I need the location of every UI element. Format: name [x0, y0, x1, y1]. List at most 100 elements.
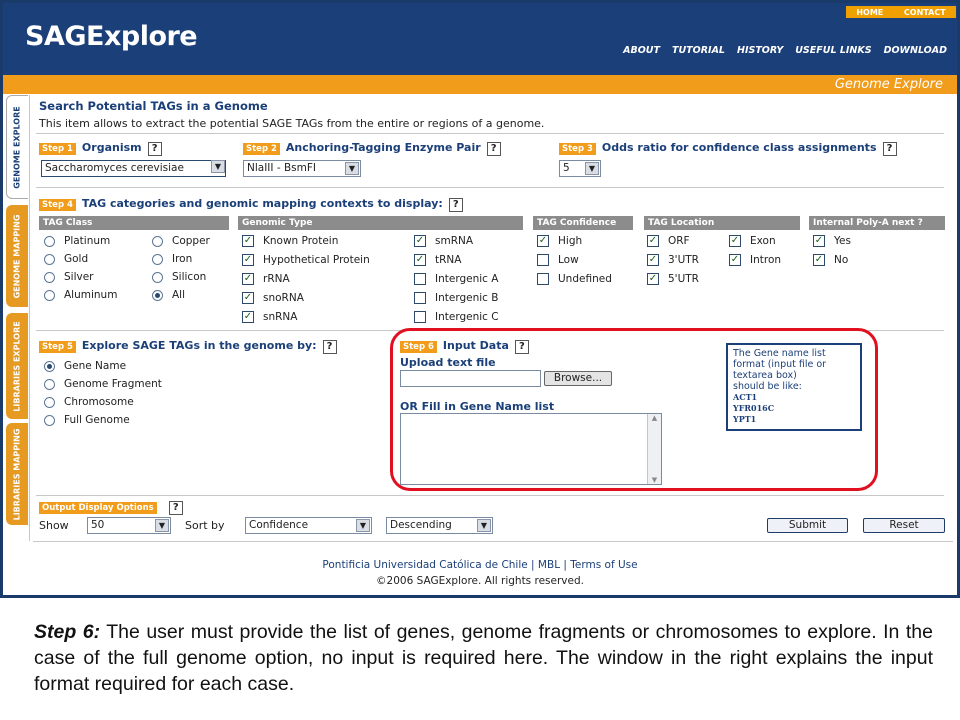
caption-text: The user must provide the list of genes,…	[34, 621, 933, 695]
check-rrna[interactable]: ✓ rRNA	[242, 273, 290, 285]
check-3utr[interactable]: ✓ 3'UTR	[647, 254, 699, 266]
section-bar: Genome Explore	[3, 75, 957, 94]
check-yes[interactable]: ✓ Yes	[813, 235, 851, 247]
check-trna[interactable]: ✓ tRNA	[414, 254, 461, 266]
home-link[interactable]: HOME	[856, 8, 883, 17]
step3-heading: Step 3 Odds ratio for confidence class as…	[559, 141, 897, 156]
page-intro: This item allows to extract the potentia…	[39, 117, 545, 130]
top-links: HOME CONTACT	[846, 6, 956, 18]
radio-genome-fragment[interactable]: Genome Fragment	[44, 378, 162, 390]
nav-about[interactable]: ABOUT	[623, 45, 660, 56]
odds-select[interactable]: 5 ▼	[559, 160, 601, 177]
check-known-protein[interactable]: ✓ Known Protein	[242, 235, 338, 247]
check-exon[interactable]: ✓ Exon	[729, 235, 776, 247]
help-icon[interactable]: ?	[147, 142, 162, 156]
help-icon[interactable]: ?	[322, 340, 337, 354]
check-snorna[interactable]: ✓ snoRNA	[242, 292, 304, 304]
main-nav: ABOUT TUTORIAL HISTORY USEFUL LINKS DOWN…	[623, 45, 947, 56]
polya-header: Internal Poly-A next ?	[809, 216, 945, 230]
organism-select[interactable]: Saccharomyces cerevisiae	[41, 160, 226, 177]
help-icon[interactable]: ?	[448, 198, 463, 212]
section-title: Genome Explore	[834, 77, 943, 92]
main-content: Search Potential TAGs in a Genome This i…	[29, 95, 955, 541]
browse-button[interactable]: Browse...	[544, 371, 612, 386]
page-title: Search Potential TAGs in a Genome	[39, 99, 268, 113]
slide-caption: Step 6: The user must provide the list o…	[34, 619, 933, 697]
genomic-type-header: Genomic Type	[238, 216, 523, 230]
step5-heading: Step 5 Explore SAGE TAGs in the genome by…	[39, 339, 337, 354]
check-no[interactable]: ✓ No	[813, 254, 848, 266]
textarea-scrollbar[interactable]: ▲ ▼	[647, 414, 661, 484]
footer-links[interactable]: Pontificia Universidad Católica de Chile…	[3, 559, 957, 571]
chevron-down-icon: ▼	[345, 162, 359, 175]
chevron-down-icon: ▼	[477, 519, 491, 532]
radio-copper[interactable]: Copper	[152, 235, 210, 247]
gene-list-textarea[interactable]: ▲ ▼	[400, 413, 662, 485]
browser-page: SAGExplore HOME CONTACT ABOUT TUTORIAL H…	[0, 0, 960, 598]
chevron-down-icon: ▼	[585, 162, 599, 175]
upload-label: Upload text file	[400, 356, 496, 369]
radio-gene-name[interactable]: Gene Name	[44, 360, 126, 372]
step2-heading: Step 2 Anchoring-Tagging Enzyme Pair?	[243, 141, 501, 156]
radio-aluminum[interactable]: Aluminum	[44, 289, 117, 301]
side-tabs: GENOME EXPLORE GENOME MAPPING LIBRARIES …	[6, 95, 29, 535]
show-label: Show	[39, 519, 69, 532]
scroll-down-icon[interactable]: ▼	[648, 476, 661, 484]
step1-heading: Step 1 Organism?	[39, 141, 162, 156]
radio-chromosome[interactable]: Chromosome	[44, 396, 134, 408]
tab-genome-explore[interactable]: GENOME EXPLORE	[6, 95, 28, 199]
help-icon[interactable]: ?	[486, 142, 501, 156]
help-icon[interactable]: ?	[514, 340, 529, 354]
check-intergenic-a[interactable]: Intergenic A	[414, 273, 498, 285]
radio-all[interactable]: All	[152, 289, 185, 301]
radio-iron[interactable]: Iron	[152, 253, 192, 265]
radio-full-genome[interactable]: Full Genome	[44, 414, 130, 426]
step4-heading: Step 4 TAG categories and genomic mapping…	[39, 197, 463, 212]
help-icon[interactable]: ?	[882, 142, 897, 156]
check-smrna[interactable]: ✓ smRNA	[414, 235, 473, 247]
check-low[interactable]: Low	[537, 254, 579, 266]
check-intergenic-c[interactable]: Intergenic C	[414, 311, 499, 323]
check-hypothetical-protein[interactable]: ✓ Hypothetical Protein	[242, 254, 370, 266]
radio-silicon[interactable]: Silicon	[152, 271, 206, 283]
tab-libraries-mapping[interactable]: LIBRARIES MAPPING	[6, 423, 28, 525]
tag-location-header: TAG Location	[644, 216, 800, 230]
check-intron[interactable]: ✓ Intron	[729, 254, 781, 266]
sort-label: Sort by	[185, 519, 225, 532]
chevron-down-icon: ▼	[155, 519, 169, 532]
check-high[interactable]: ✓ High	[537, 235, 582, 247]
output-heading: Output Display Options?	[39, 500, 183, 515]
format-note: The Gene name list format (input file or…	[726, 343, 862, 431]
check-intergenic-b[interactable]: Intergenic B	[414, 292, 498, 304]
tab-genome-mapping[interactable]: GENOME MAPPING	[6, 205, 28, 307]
submit-button[interactable]: Submit	[767, 518, 848, 533]
enzyme-select[interactable]: NlaIII - BsmFI ▼	[243, 160, 361, 177]
check-5utr[interactable]: ✓ 5'UTR	[647, 273, 699, 285]
check-undefined[interactable]: Undefined	[537, 273, 612, 285]
nav-download[interactable]: DOWNLOAD	[884, 45, 947, 56]
sort-select[interactable]: Confidence ▼	[245, 517, 372, 534]
nav-useful-links[interactable]: USEFUL LINKS	[795, 45, 871, 56]
tag-confidence-header: TAG Confidence	[533, 216, 633, 230]
radio-silver[interactable]: Silver	[44, 271, 94, 283]
tab-libraries-explore[interactable]: LIBRARIES EXPLORE	[6, 313, 28, 419]
radio-platinum[interactable]: Platinum	[44, 235, 110, 247]
reset-button[interactable]: Reset	[863, 518, 945, 533]
help-icon[interactable]: ?	[168, 501, 183, 515]
step6-heading: Step 6 Input Data?	[400, 339, 529, 354]
site-header: SAGExplore HOME CONTACT ABOUT TUTORIAL H…	[3, 3, 957, 75]
caption-lead: Step 6:	[34, 621, 101, 643]
check-orf[interactable]: ✓ ORF	[647, 235, 690, 247]
show-select[interactable]: 50 ▼	[87, 517, 171, 534]
tag-class-header: TAG Class	[39, 216, 229, 230]
radio-gold[interactable]: Gold	[44, 253, 88, 265]
footer-copyright: ©2006 SAGExplore. All rights reserved.	[376, 575, 584, 587]
order-select[interactable]: Descending ▼	[386, 517, 493, 534]
contact-link[interactable]: CONTACT	[904, 8, 946, 17]
check-snrna[interactable]: ✓ snRNA	[242, 311, 297, 323]
nav-tutorial[interactable]: TUTORIAL	[672, 45, 725, 56]
nav-history[interactable]: HISTORY	[737, 45, 783, 56]
scroll-up-icon[interactable]: ▲	[648, 414, 661, 422]
upload-file-input[interactable]	[400, 370, 541, 387]
site-logo[interactable]: SAGExplore	[25, 21, 198, 52]
